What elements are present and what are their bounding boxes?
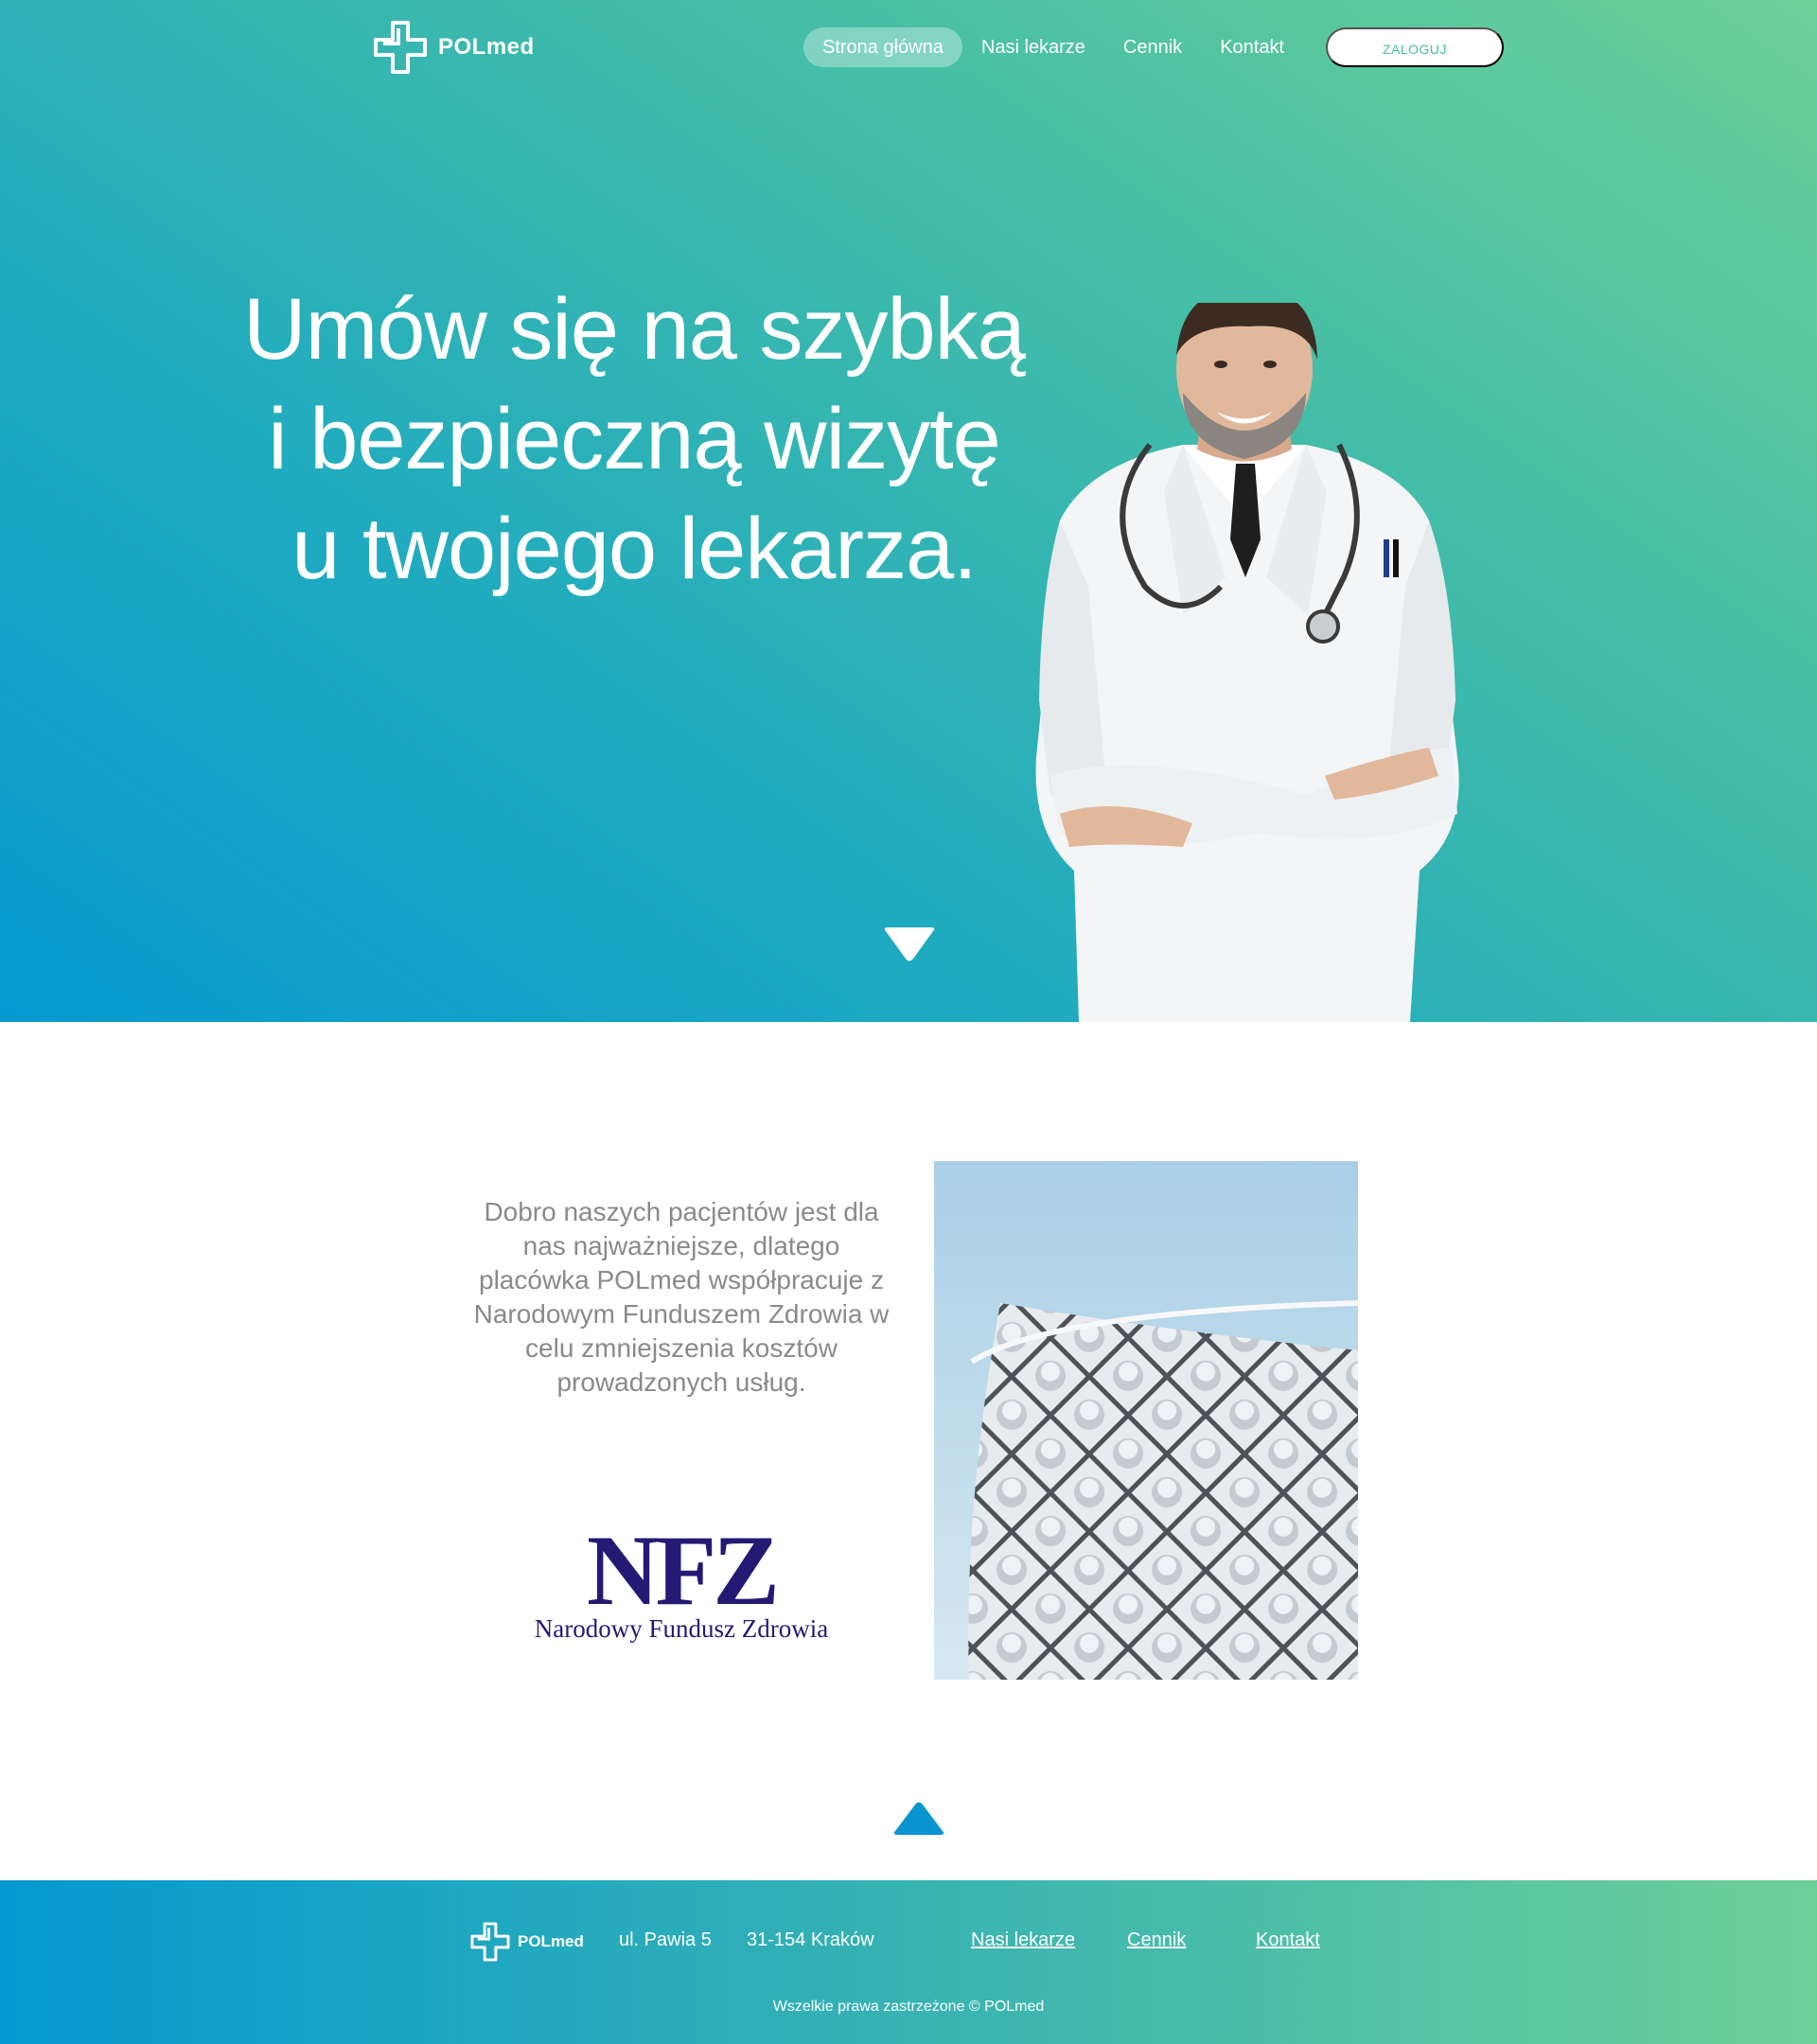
footer-copyright: Wszelkie prawa zastrzeżone © POLmed: [772, 1999, 1045, 2015]
brand-logo[interactable]: POLmed: [372, 19, 535, 76]
nfz-logo: NFZ Narodowy Fundusz Zdrowia: [525, 1515, 838, 1647]
medical-cross-icon: [374, 21, 427, 74]
nav-item-home[interactable]: Strona główna: [803, 27, 962, 67]
login-button[interactable]: ZALOGUJ: [1326, 27, 1504, 67]
footer-brand-name: POLmed: [518, 1932, 584, 1950]
hero-title-line: u twojego lekarza.: [291, 501, 978, 597]
hero-title-line: i bezpieczną wizytę: [268, 391, 1001, 487]
brand-name: POLmed: [438, 34, 535, 60]
footer-link-contact[interactable]: Kontakt: [1256, 1929, 1320, 1951]
hero-title: Umów się na szybką i bezpieczną wizytę u…: [218, 274, 1050, 604]
footer-link-pricing[interactable]: Cennik: [1127, 1929, 1186, 1951]
footer-city: 31-154 Kraków: [747, 1929, 874, 1950]
nav-item-contact[interactable]: Kontakt: [1201, 27, 1303, 67]
footer-street: ul. Pawia 5: [619, 1929, 712, 1950]
chevron-up-icon[interactable]: [891, 1801, 946, 1835]
main-nav: Strona główna Nasi lekarze Cennik Kontak…: [803, 27, 1303, 67]
hero-section: POLmed Strona główna Nasi lekarze Cennik…: [0, 0, 1817, 1022]
doctor-photo: [1035, 303, 1459, 1022]
nav-item-doctors[interactable]: Nasi lekarze: [962, 27, 1104, 67]
footer: POLmed ul. Pawia 5 31-154 Kraków Nasi le…: [0, 1880, 1817, 2044]
medical-cross-icon: [470, 1922, 510, 1962]
footer-link-doctors[interactable]: Nasi lekarze: [971, 1929, 1075, 1951]
nav-item-pricing[interactable]: Cennik: [1104, 27, 1201, 67]
building-photo: [934, 1161, 1358, 1680]
chevron-down-icon[interactable]: [882, 927, 937, 963]
nfz-logo-letters: NFZ: [587, 1515, 780, 1626]
hero-title-line: Umów się na szybką: [243, 281, 1026, 378]
footer-logo[interactable]: POLmed: [469, 1921, 584, 1963]
info-text: Dobro naszych pacjentów jest dla nas naj…: [473, 1197, 890, 1397]
nfz-logo-subtitle: Narodowy Fundusz Zdrowia: [534, 1614, 829, 1643]
